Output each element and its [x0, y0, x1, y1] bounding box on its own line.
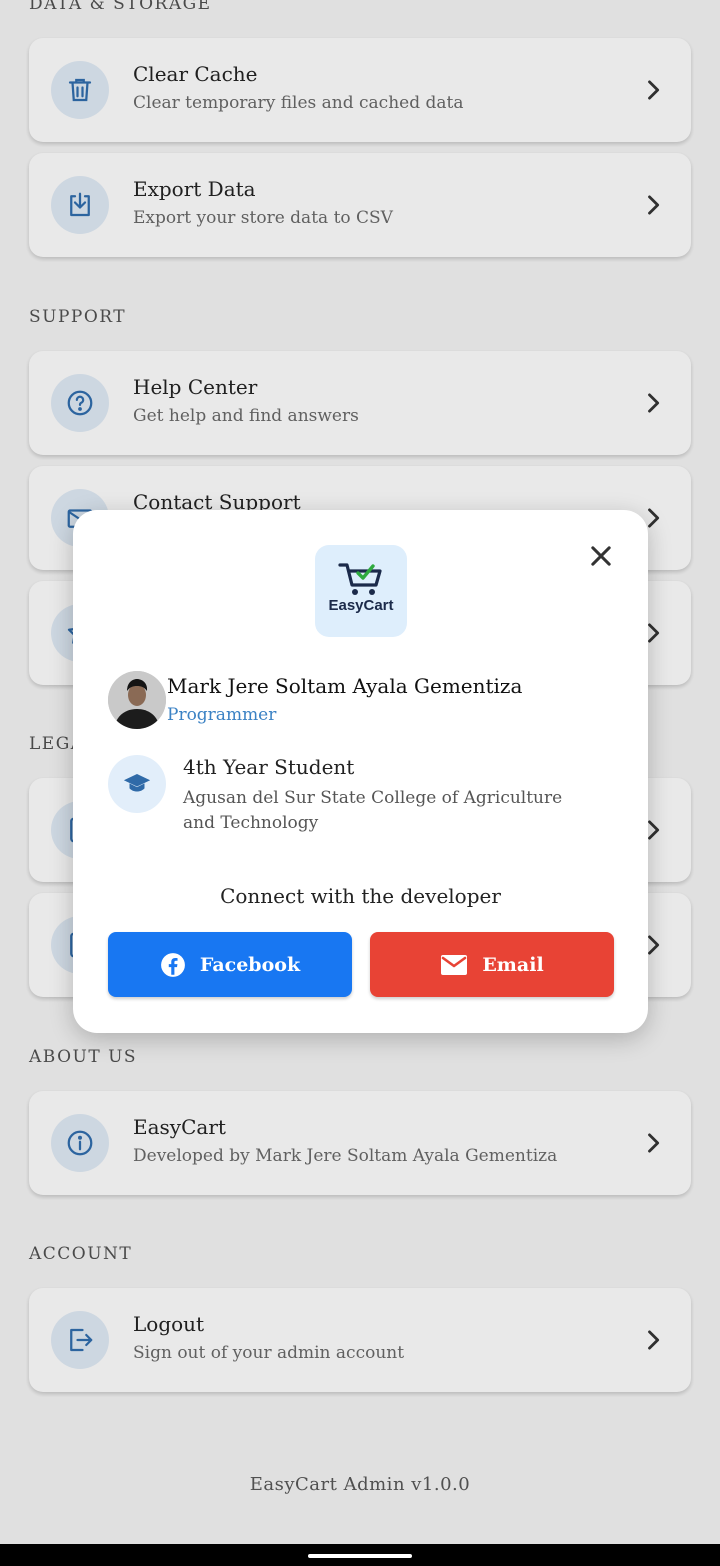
developer-avatar — [108, 671, 166, 729]
facebook-label: Facebook — [199, 953, 301, 976]
graduation-cap-icon — [108, 755, 166, 813]
home-gesture-handle[interactable] — [308, 1554, 412, 1558]
system-navigation-bar — [0, 1544, 720, 1566]
logo-text: EasyCart — [328, 597, 394, 614]
education-title: 4th Year Student — [183, 755, 355, 779]
email-button[interactable]: Email — [370, 932, 614, 997]
email-icon — [441, 954, 468, 975]
email-label: Email — [482, 953, 544, 976]
connect-label: Connect with the developer — [220, 884, 501, 908]
cart-icon — [338, 563, 382, 595]
facebook-button[interactable]: Facebook — [108, 932, 352, 997]
app-logo: EasyCart — [315, 545, 407, 637]
developer-dialog: EasyCart Mark Jere Soltam Ayala Gementiz… — [73, 510, 648, 1033]
close-icon[interactable] — [587, 542, 615, 570]
developer-role: Programmer — [167, 705, 277, 725]
facebook-icon — [160, 952, 185, 977]
education-school: Agusan del Sur State College of Agricult… — [183, 788, 563, 833]
developer-name: Mark Jere Soltam Ayala Gementiza — [167, 674, 523, 698]
